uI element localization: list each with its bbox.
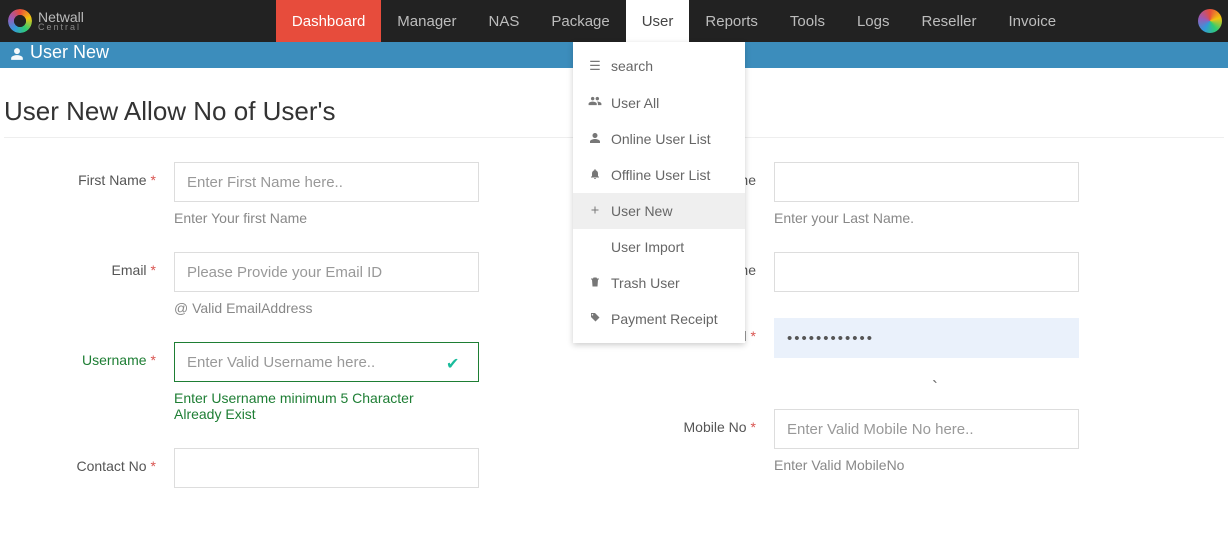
dd-search[interactable]: ☰ search bbox=[573, 48, 745, 84]
user-icon bbox=[10, 47, 24, 64]
label-first-name-text: First Name bbox=[78, 172, 146, 188]
required-icon: * bbox=[751, 419, 756, 435]
label-email-text: Email bbox=[112, 262, 147, 278]
required-icon: * bbox=[151, 352, 156, 368]
dd-user-new-label: User New bbox=[611, 203, 672, 219]
row-email: Email* @ Valid EmailAddress bbox=[4, 252, 584, 316]
nav-reseller[interactable]: Reseller bbox=[905, 0, 992, 42]
dd-offline[interactable]: Offline User List bbox=[573, 157, 745, 193]
nav-tools[interactable]: Tools bbox=[774, 0, 841, 42]
list-icon: ☰ bbox=[587, 58, 603, 74]
brand-logo-icon bbox=[8, 9, 32, 33]
form-left-column: First Name* Enter Your first Name Email*… bbox=[4, 162, 584, 514]
plus-icon bbox=[587, 204, 603, 219]
top-right bbox=[1198, 0, 1228, 42]
dd-search-label: search bbox=[611, 58, 653, 74]
users-icon bbox=[587, 94, 603, 111]
nav-logs[interactable]: Logs bbox=[841, 0, 906, 42]
nav-manager[interactable]: Manager bbox=[381, 0, 472, 42]
nav-user[interactable]: User bbox=[626, 0, 690, 42]
nav-dashboard[interactable]: Dashboard bbox=[276, 0, 381, 42]
row-username: Username* ✔ Enter Username minimum 5 Cha… bbox=[4, 342, 584, 422]
dd-trash-label: Trash User bbox=[611, 275, 680, 291]
help-first-name: Enter Your first Name bbox=[174, 210, 584, 226]
contact-input[interactable] bbox=[174, 448, 479, 488]
brand-text: Netwall Central bbox=[38, 10, 84, 32]
company-input[interactable] bbox=[774, 252, 1079, 292]
dd-user-import[interactable]: User Import bbox=[573, 229, 745, 265]
brand-line2: Central bbox=[38, 23, 84, 32]
label-first-name: First Name * bbox=[4, 162, 174, 188]
dd-user-all-label: User All bbox=[611, 95, 659, 111]
help-last-name: Enter your Last Name. bbox=[774, 210, 1184, 226]
row-first-name: First Name * Enter Your first Name bbox=[4, 162, 584, 226]
label-contact-text: Contact No bbox=[77, 458, 147, 474]
user-icon bbox=[587, 132, 603, 147]
label-username-text: Username bbox=[82, 352, 147, 368]
email-input[interactable] bbox=[174, 252, 479, 292]
dd-offline-label: Offline User List bbox=[611, 167, 710, 183]
bell-icon bbox=[587, 168, 603, 183]
nav-reports[interactable]: Reports bbox=[689, 0, 774, 42]
first-name-input[interactable] bbox=[174, 162, 479, 202]
nav-package[interactable]: Package bbox=[535, 0, 625, 42]
label-mobile-text: Mobile No bbox=[684, 419, 747, 435]
page-bar-title: User New bbox=[30, 42, 109, 63]
brand[interactable]: Netwall Central bbox=[0, 0, 96, 42]
check-icon: ✔ bbox=[446, 354, 459, 374]
user-avatar-icon[interactable] bbox=[1198, 9, 1222, 33]
dd-online[interactable]: Online User List bbox=[573, 121, 745, 157]
tag-icon bbox=[587, 312, 603, 327]
top-nav: Netwall Central Dashboard Manager NAS Pa… bbox=[0, 0, 1228, 42]
dd-user-all[interactable]: User All bbox=[573, 84, 745, 121]
dd-trash[interactable]: Trash User bbox=[573, 265, 745, 301]
help-mobile: Enter Valid MobileNo bbox=[774, 457, 1184, 473]
required-icon: * bbox=[151, 262, 156, 278]
help-username: Enter Username minimum 5 Character Alrea… bbox=[174, 390, 454, 422]
username-input[interactable] bbox=[174, 342, 479, 382]
label-email: Email* bbox=[4, 252, 174, 278]
row-contact: Contact No* bbox=[4, 448, 584, 488]
label-mobile: Mobile No* bbox=[604, 409, 774, 435]
dd-user-import-label: User Import bbox=[611, 239, 684, 255]
dd-payment-label: Payment Receipt bbox=[611, 311, 718, 327]
label-contact: Contact No* bbox=[4, 448, 174, 474]
last-name-input[interactable] bbox=[774, 162, 1079, 202]
label-username: Username* bbox=[4, 342, 174, 368]
dd-payment[interactable]: Payment Receipt bbox=[573, 301, 745, 337]
mobile-input[interactable] bbox=[774, 409, 1079, 449]
required-icon: * bbox=[151, 172, 156, 188]
user-dropdown: ☰ search User All Online User List Offli… bbox=[573, 42, 745, 343]
row-mobile: Mobile No* Enter Valid MobileNo bbox=[604, 409, 1184, 473]
main-nav: Dashboard Manager NAS Package User Repor… bbox=[276, 0, 1072, 42]
dd-user-new[interactable]: User New bbox=[573, 193, 745, 229]
nav-nas[interactable]: NAS bbox=[473, 0, 536, 42]
dd-online-label: Online User List bbox=[611, 131, 711, 147]
required-icon: * bbox=[751, 328, 756, 344]
trash-icon bbox=[587, 276, 603, 291]
nav-invoice[interactable]: Invoice bbox=[993, 0, 1073, 42]
password-input[interactable] bbox=[774, 318, 1079, 358]
stray-backtick: ` bbox=[932, 378, 1184, 399]
required-icon: * bbox=[151, 458, 156, 474]
help-email: @ Valid EmailAddress bbox=[174, 300, 584, 316]
